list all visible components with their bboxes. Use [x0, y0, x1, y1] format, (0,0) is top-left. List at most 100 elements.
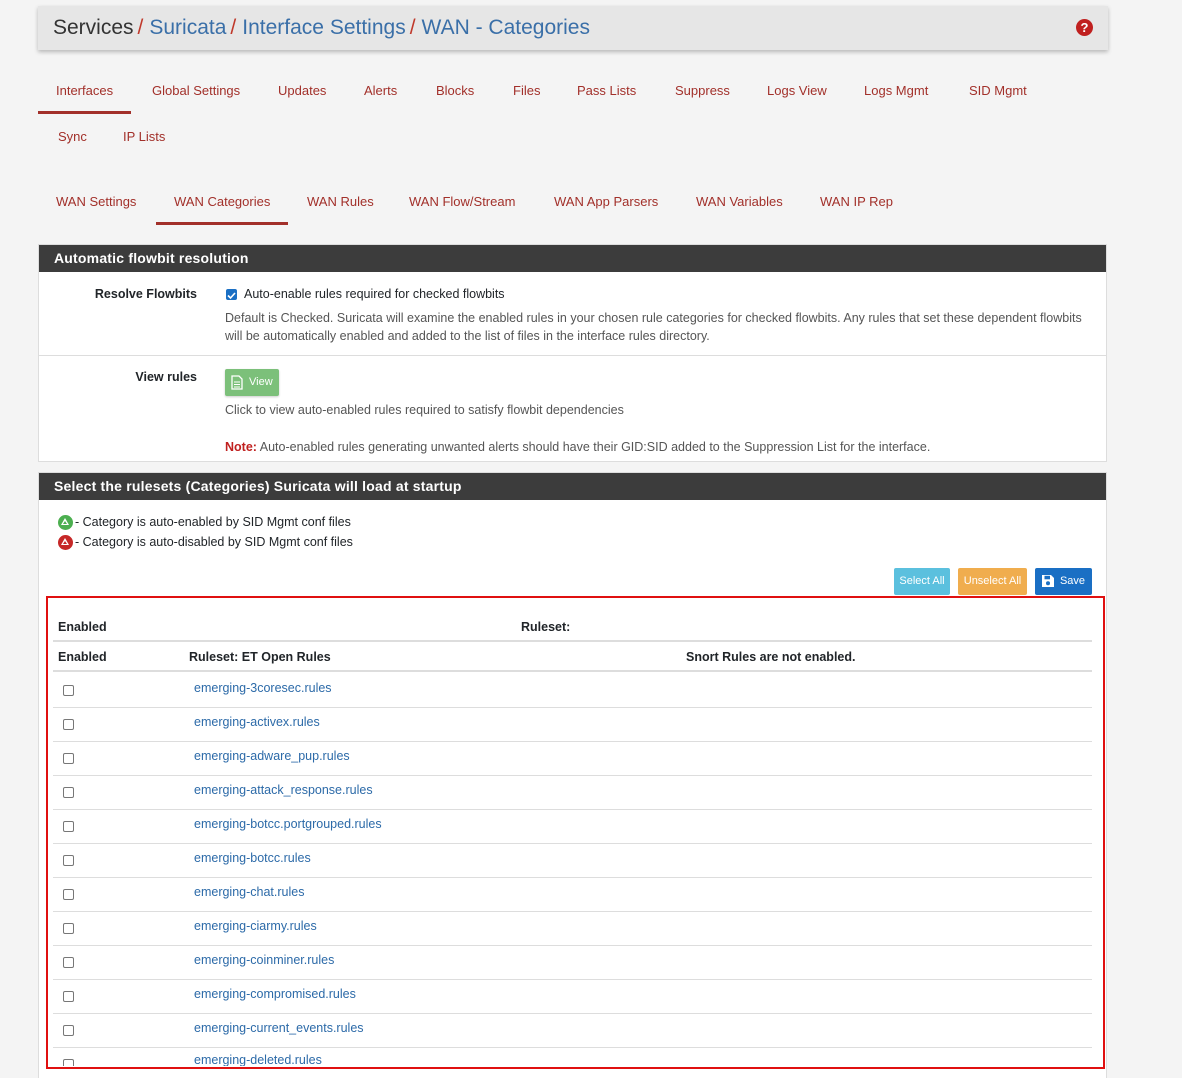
- auto-disabled-icon: [58, 535, 73, 551]
- rule-checkbox[interactable]: [63, 957, 74, 968]
- subheader-snort: Snort Rules are not enabled.: [686, 650, 856, 664]
- header-ruleset: Ruleset:: [521, 620, 571, 634]
- tab-ip-lists[interactable]: IP Lists: [123, 114, 165, 160]
- rule-checkbox[interactable]: [63, 855, 74, 866]
- tab-global-settings[interactable]: Global Settings: [152, 68, 240, 114]
- tab-updates[interactable]: Updates: [278, 68, 326, 114]
- rule-link[interactable]: emerging-botcc.rules: [194, 844, 311, 872]
- table-row: emerging-current_events.rules: [53, 1014, 1092, 1048]
- rule-link[interactable]: emerging-coinminer.rules: [194, 946, 334, 974]
- flowbit-panel-title: Automatic flowbit resolution: [39, 245, 1106, 272]
- tab-pass-lists[interactable]: Pass Lists: [577, 68, 636, 114]
- breadcrumb-interface-settings[interactable]: Interface Settings: [242, 16, 405, 39]
- rule-link[interactable]: emerging-deleted.rules: [194, 1048, 322, 1066]
- rule-checkbox[interactable]: [63, 889, 74, 900]
- rulesets-panel-title: Select the rulesets (Categories) Suricat…: [39, 473, 1106, 500]
- breadcrumb-separator: /: [409, 16, 416, 39]
- table-row: emerging-chat.rules: [53, 878, 1092, 912]
- table-row: emerging-ciarmy.rules: [53, 912, 1092, 946]
- tab-logs-mgmt[interactable]: Logs Mgmt: [864, 68, 928, 114]
- tab-wan-settings[interactable]: WAN Settings: [56, 179, 136, 225]
- save-icon: [1042, 575, 1054, 587]
- view-rules-help: Click to view auto-enabled rules require…: [225, 403, 624, 417]
- rule-link[interactable]: emerging-compromised.rules: [194, 980, 356, 1008]
- table-subheader-row: Enabled Ruleset: ET Open Rules Snort Rul…: [53, 642, 1092, 672]
- tab-wan-ip-rep[interactable]: WAN IP Rep: [820, 179, 893, 225]
- resolve-flowbits-label: Resolve Flowbits: [94, 287, 197, 301]
- legend-enabled: - Category is auto-enabled by SID Mgmt c…: [58, 515, 351, 531]
- file-icon: [231, 375, 243, 390]
- table-row: emerging-adware_pup.rules: [53, 742, 1092, 776]
- tab-interfaces[interactable]: Interfaces: [38, 68, 132, 114]
- legend-disabled-text: - Category is auto-disabled by SID Mgmt …: [75, 535, 353, 549]
- note-text: Note: Auto-enabled rules generating unwa…: [225, 438, 930, 456]
- rule-checkbox[interactable]: [63, 1059, 74, 1066]
- note-body: Auto-enabled rules generating unwanted a…: [256, 440, 931, 454]
- rule-link[interactable]: emerging-3coresec.rules: [194, 674, 332, 702]
- rule-checkbox[interactable]: [63, 991, 74, 1002]
- tab-wan-app-parsers[interactable]: WAN App Parsers: [554, 179, 658, 225]
- table-row: emerging-coinminer.rules: [53, 946, 1092, 980]
- rule-checkbox[interactable]: [63, 923, 74, 934]
- tab-alerts[interactable]: Alerts: [364, 68, 397, 114]
- table-row: emerging-deleted.rules: [53, 1048, 1092, 1066]
- tab-wan-flow-stream[interactable]: WAN Flow/Stream: [409, 179, 515, 225]
- note-label: Note:: [225, 440, 257, 454]
- unselect-all-button[interactable]: Unselect All: [958, 568, 1027, 595]
- rule-checkbox[interactable]: [63, 753, 74, 764]
- rule-checkbox[interactable]: [63, 1025, 74, 1036]
- rule-link[interactable]: emerging-activex.rules: [194, 708, 320, 736]
- tab-wan-categories[interactable]: WAN Categories: [156, 179, 289, 225]
- table-row: emerging-3coresec.rules: [53, 674, 1092, 708]
- rule-checkbox[interactable]: [63, 787, 74, 798]
- rule-link[interactable]: emerging-adware_pup.rules: [194, 742, 350, 770]
- tab-sid-mgmt[interactable]: SID Mgmt: [969, 68, 1027, 114]
- breadcrumb-wan-categories[interactable]: WAN - Categories: [422, 16, 590, 39]
- table-row: emerging-botcc.rules: [53, 844, 1092, 878]
- header-enabled: Enabled: [58, 620, 107, 634]
- table-row: emerging-activex.rules: [53, 708, 1092, 742]
- resolve-flowbits-help: Default is Checked. Suricata will examin…: [225, 311, 1082, 343]
- table-row: emerging-attack_response.rules: [53, 776, 1092, 810]
- checkmark-icon: [227, 292, 236, 300]
- tab-blocks[interactable]: Blocks: [436, 68, 474, 114]
- table-row: emerging-compromised.rules: [53, 980, 1092, 1014]
- breadcrumb-root: Services: [53, 16, 134, 39]
- resolve-flowbits-checkbox[interactable]: [226, 289, 237, 300]
- rule-link[interactable]: emerging-chat.rules: [194, 878, 304, 906]
- view-rules-button[interactable]: View: [225, 369, 279, 396]
- rule-link[interactable]: emerging-ciarmy.rules: [194, 912, 317, 940]
- rule-link[interactable]: emerging-attack_response.rules: [194, 776, 373, 804]
- tab-sync[interactable]: Sync: [58, 114, 87, 160]
- legend-enabled-text: - Category is auto-enabled by SID Mgmt c…: [75, 515, 351, 529]
- resolve-flowbits-checkbox-label[interactable]: Auto-enable rules required for checked f…: [244, 287, 505, 301]
- rule-checkbox[interactable]: [63, 719, 74, 730]
- legend-disabled: - Category is auto-disabled by SID Mgmt …: [58, 535, 353, 551]
- tab-suppress[interactable]: Suppress: [675, 68, 730, 114]
- subheader-enabled: Enabled: [58, 650, 107, 664]
- rule-checkbox[interactable]: [63, 685, 74, 696]
- breadcrumb: Services / Suricata / Interface Settings / WAN…: [38, 6, 1108, 50]
- tab-logs-view[interactable]: Logs View: [767, 68, 827, 114]
- breadcrumb-separator: /: [230, 16, 237, 39]
- question-circle-icon[interactable]: ?: [1076, 19, 1093, 36]
- rule-checkbox[interactable]: [63, 821, 74, 832]
- rule-link[interactable]: emerging-current_events.rules: [194, 1014, 364, 1042]
- subheader-et-open: Ruleset: ET Open Rules: [189, 650, 331, 664]
- tab-files[interactable]: Files: [513, 68, 540, 114]
- breadcrumb-suricata[interactable]: Suricata: [149, 16, 226, 39]
- tab-wan-variables[interactable]: WAN Variables: [696, 179, 783, 225]
- select-all-button[interactable]: Select All: [894, 568, 950, 595]
- view-rules-label: View rules: [135, 370, 197, 384]
- table-header-row: Enabled Ruleset:: [53, 612, 1092, 642]
- tab-wan-rules[interactable]: WAN Rules: [307, 179, 374, 225]
- table-row: emerging-botcc.portgrouped.rules: [53, 810, 1092, 844]
- auto-enabled-icon: [58, 515, 73, 531]
- save-button-label: Save: [1059, 575, 1086, 587]
- breadcrumb-separator: /: [137, 16, 144, 39]
- save-button[interactable]: Save: [1035, 568, 1092, 595]
- view-button-label: View: [249, 376, 273, 388]
- divider: [39, 355, 1106, 356]
- flowbit-panel: Automatic flowbit resolution Resolve Flo…: [38, 244, 1107, 462]
- rule-link[interactable]: emerging-botcc.portgrouped.rules: [194, 810, 382, 838]
